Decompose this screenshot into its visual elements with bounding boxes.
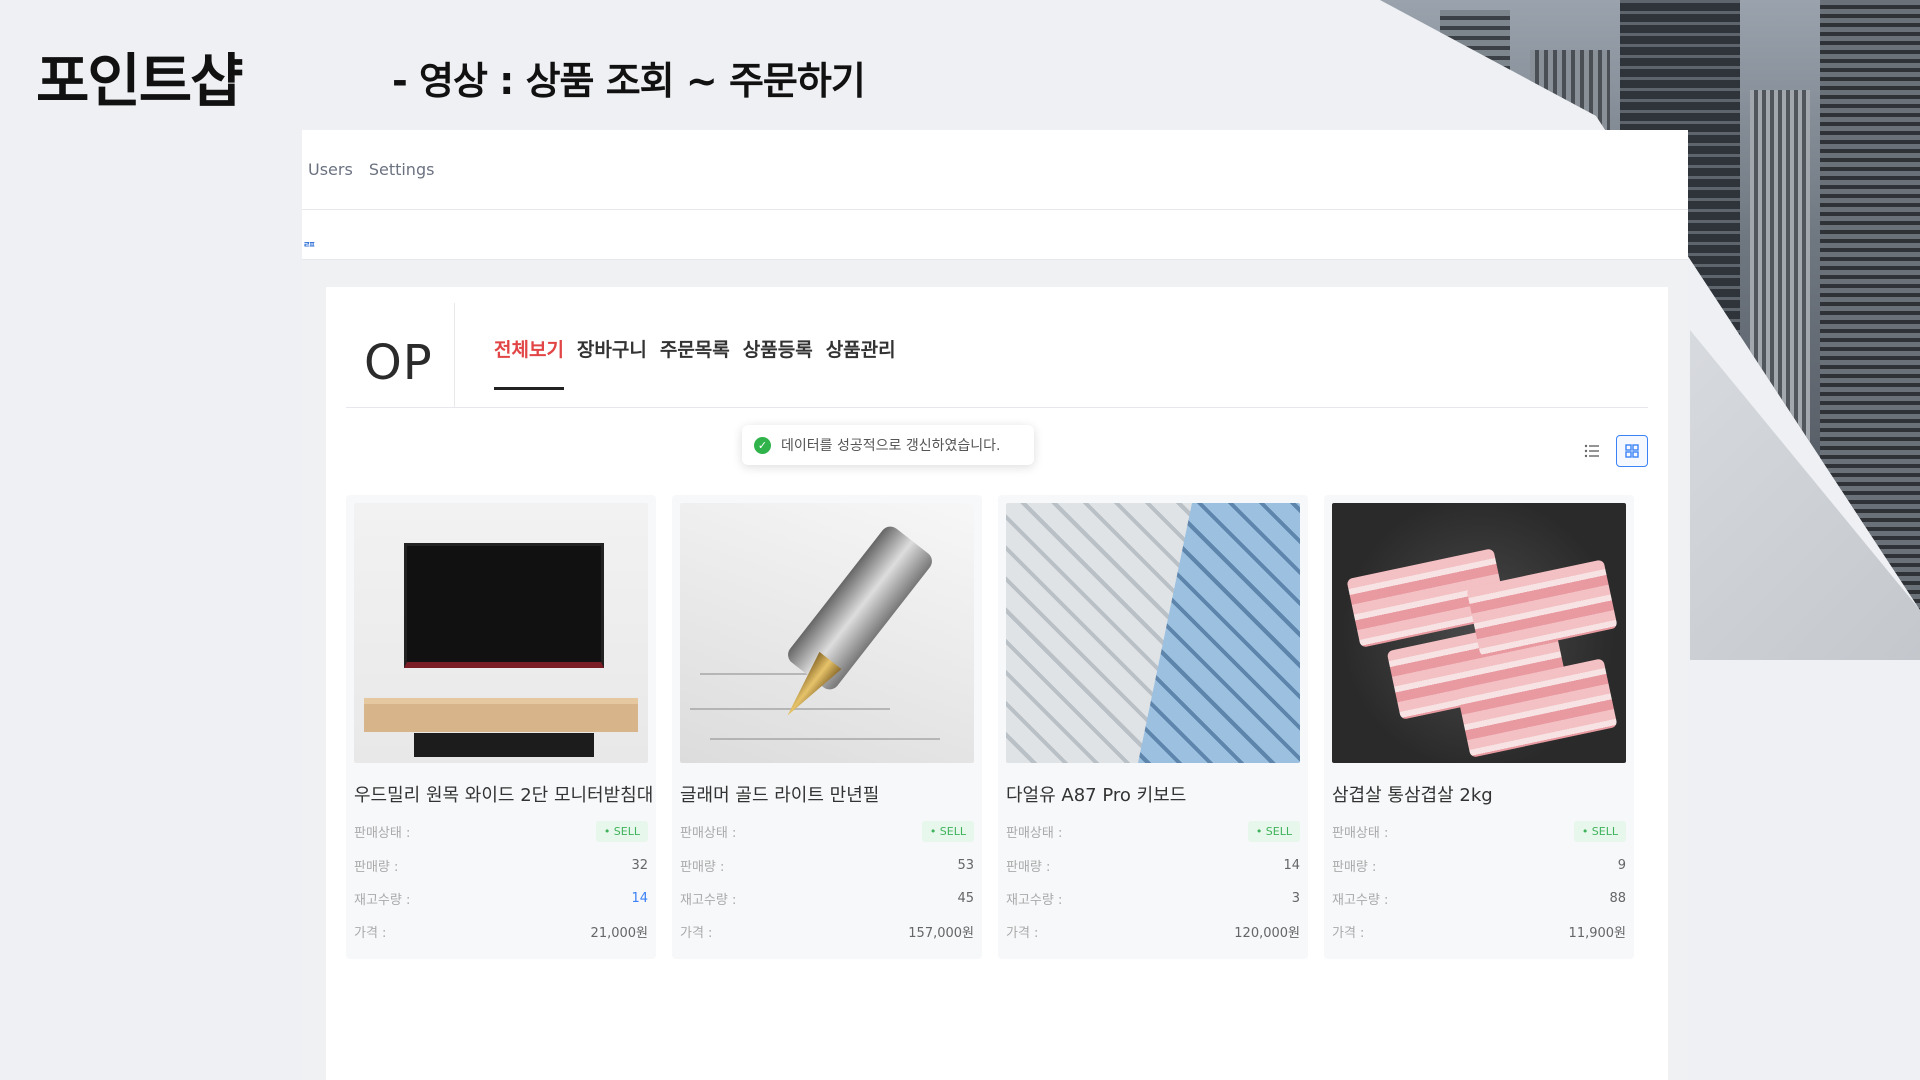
- sold-value: 14: [1283, 858, 1300, 873]
- status-label: 판매상태 :: [680, 826, 737, 841]
- slide-subtitle: - 영상 : 상품 조회 ~ 주문하기: [392, 59, 866, 103]
- stock-value: 3: [1291, 891, 1300, 906]
- brand-logo: OP: [364, 335, 433, 391]
- product-card[interactable]: 삼겹살 통삼겹살 2kg 판매상태 : • SELL 판매량 : 9 재고수량 : 8…: [1324, 495, 1634, 959]
- tab-cart[interactable]: 장바구니: [577, 335, 647, 390]
- app-window: Users Settings ᆵ ✓ 데이터를 성공적으로 갱신하였습니다. O…: [302, 130, 1688, 1080]
- price-value: 157,000원: [908, 926, 974, 941]
- list-view-button[interactable]: [1576, 435, 1608, 467]
- price-label: 가격 :: [1332, 926, 1365, 941]
- status-badge: • SELL: [1573, 821, 1626, 842]
- product-card[interactable]: 우드밀리 원목 와이드 2단 모니터받침대 판매상태 : • SELL 판매량 :…: [346, 495, 656, 959]
- product-name: 우드밀리 원목 와이드 2단 모니터받침대: [354, 785, 654, 806]
- price-label: 가격 :: [1006, 926, 1039, 941]
- tab-orders[interactable]: 주문목록: [660, 335, 730, 390]
- sub-bar: ᆵ: [302, 210, 1688, 260]
- shop-panel: ✓ 데이터를 성공적으로 갱신하였습니다. OP 전체보기 장바구니 주문목록 …: [326, 287, 1668, 1080]
- tab-all[interactable]: 전체보기: [494, 335, 564, 390]
- stock-label: 재고수량 :: [1332, 893, 1389, 908]
- product-grid: 우드밀리 원목 와이드 2단 모니터받침대 판매상태 : • SELL 판매량 :…: [346, 495, 1634, 959]
- price-value: 120,000원: [1234, 926, 1300, 941]
- tab-manage-products[interactable]: 상품관리: [826, 335, 896, 390]
- stock-value: 14: [631, 891, 648, 906]
- top-nav: Users Settings: [302, 130, 1688, 210]
- status-label: 판매상태 :: [354, 826, 411, 841]
- pork-belly-image: [1332, 503, 1626, 763]
- divider: [346, 407, 1648, 408]
- sold-label: 판매량 :: [1006, 860, 1051, 875]
- price-label: 가격 :: [354, 926, 387, 941]
- truncated-icon: ᆵ: [302, 230, 317, 249]
- status-badge: • SELL: [595, 821, 648, 842]
- price-value: 21,000원: [590, 926, 648, 941]
- grid-view-button[interactable]: [1616, 435, 1648, 467]
- status-badge: • SELL: [1247, 821, 1300, 842]
- list-icon: [1584, 444, 1599, 458]
- tab-bar: 전체보기 장바구니 주문목록 상품등록 상품관리: [494, 335, 896, 390]
- sold-value: 32: [631, 858, 648, 873]
- sold-label: 판매량 :: [354, 860, 399, 875]
- stock-value: 88: [1609, 891, 1626, 906]
- view-toggle: [1576, 435, 1648, 467]
- product-name: 다얼유 A87 Pro 키보드: [1006, 785, 1187, 806]
- nav-users[interactable]: Users: [308, 160, 353, 179]
- divider: [454, 303, 455, 407]
- price-label: 가격 :: [680, 926, 713, 941]
- sold-label: 판매량 :: [680, 860, 725, 875]
- product-name: 글래머 골드 라이트 만년필: [680, 785, 880, 806]
- toast-message: 데이터를 성공적으로 갱신하였습니다.: [781, 438, 1001, 454]
- sold-label: 판매량 :: [1332, 860, 1377, 875]
- success-toast: ✓ 데이터를 성공적으로 갱신하였습니다.: [742, 425, 1034, 465]
- grid-icon: [1625, 444, 1639, 458]
- fountain-pen-image: [680, 503, 974, 763]
- keyboard-image: [1006, 503, 1300, 763]
- product-card[interactable]: 다얼유 A87 Pro 키보드 판매상태 : • SELL 판매량 : 14 재고수…: [998, 495, 1308, 959]
- status-badge: • SELL: [921, 821, 974, 842]
- price-value: 11,900원: [1568, 926, 1626, 941]
- stock-label: 재고수량 :: [354, 893, 411, 908]
- stock-label: 재고수량 :: [680, 893, 737, 908]
- status-label: 판매상태 :: [1006, 826, 1063, 841]
- status-label: 판매상태 :: [1332, 826, 1389, 841]
- stock-label: 재고수량 :: [1006, 893, 1063, 908]
- tab-register-product[interactable]: 상품등록: [743, 335, 813, 390]
- sold-value: 9: [1617, 858, 1626, 873]
- product-card[interactable]: 글래머 골드 라이트 만년필 판매상태 : • SELL 판매량 : 53 재고수량…: [672, 495, 982, 959]
- sold-value: 53: [957, 858, 974, 873]
- monitor-stand-image: [354, 503, 648, 763]
- stock-value: 45: [957, 891, 974, 906]
- nav-settings[interactable]: Settings: [369, 160, 435, 179]
- product-name: 삼겹살 통삼겹살 2kg: [1332, 785, 1493, 806]
- slide-title: 포인트샵: [36, 47, 243, 115]
- check-circle-icon: ✓: [754, 436, 771, 454]
